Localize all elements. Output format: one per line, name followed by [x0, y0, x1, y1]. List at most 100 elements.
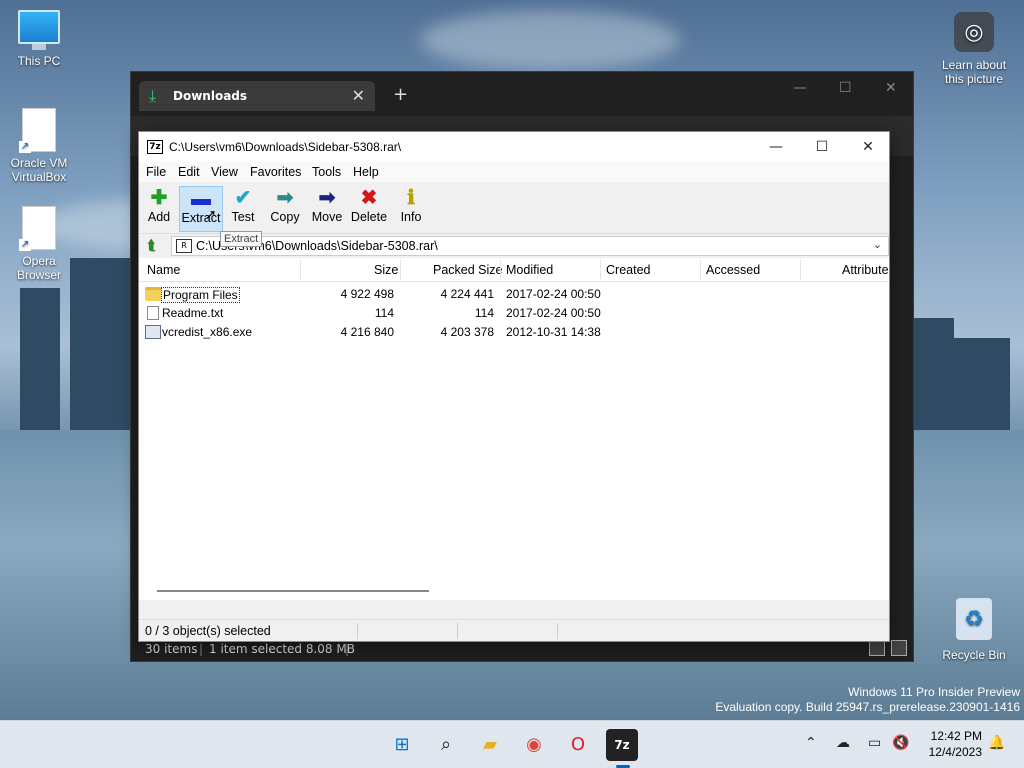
- file-explorer-icon[interactable]: ▰: [474, 729, 506, 761]
- status-divider: |: [199, 642, 204, 656]
- horizontal-scrollbar[interactable]: [157, 590, 429, 592]
- desktop-icon-learn-picture[interactable]: ◎ Learn about this picture: [938, 12, 1010, 86]
- delete-button[interactable]: ✖ Delete: [347, 186, 391, 224]
- file-modified: 2017-02-24 00:50: [506, 287, 601, 301]
- up-folder-icon[interactable]: ⮬: [143, 237, 161, 255]
- desktop-icon-label: Recycle Bin: [942, 648, 1006, 662]
- monitor-icon: [18, 10, 60, 50]
- desktop-icon-virtualbox[interactable]: ↗ Oracle VM VirtualBox: [3, 108, 75, 184]
- menu-file[interactable]: File: [146, 165, 166, 179]
- title-bar[interactable]: 7z C:\Users\vm6\Downloads\Sidebar-5308.r…: [139, 132, 889, 162]
- file-size: 4 922 498: [340, 287, 394, 301]
- new-tab-button[interactable]: +: [393, 84, 408, 105]
- browser-minimize-button[interactable]: —: [793, 80, 807, 96]
- menu-favorites[interactable]: Favorites: [250, 165, 301, 179]
- chrome-icon[interactable]: ◉: [518, 729, 550, 761]
- table-row[interactable]: Readme.txt 114 114 2017-02-24 00:50: [139, 304, 889, 323]
- building: [20, 288, 60, 438]
- status-selection: 1 item selected 8.08 MB: [209, 642, 355, 656]
- shortcut-file-icon: ↗: [19, 206, 56, 251]
- move-arrow-icon: ➡: [318, 187, 336, 209]
- plus-icon: ✚: [150, 187, 168, 209]
- column-modified[interactable]: Modified: [506, 263, 553, 277]
- delete-label: Delete: [350, 210, 388, 224]
- windows-watermark: Windows 11 Pro Insider Preview Evaluatio…: [715, 685, 1020, 715]
- copy-label: Copy: [270, 210, 300, 224]
- desktop-icon-opera[interactable]: ↗ Opera Browser: [3, 206, 75, 282]
- camera-icon: ◎: [954, 12, 994, 52]
- close-button[interactable]: ✕: [845, 132, 891, 162]
- start-button[interactable]: ⊞: [386, 729, 418, 761]
- column-size[interactable]: Size: [374, 263, 398, 277]
- volume-muted-icon[interactable]: 🔇: [892, 735, 909, 751]
- column-created[interactable]: Created: [606, 263, 650, 277]
- column-name[interactable]: Name: [147, 263, 180, 277]
- test-label: Test: [231, 210, 255, 224]
- text-file-icon: [147, 306, 159, 320]
- column-divider[interactable]: [500, 260, 501, 280]
- browser-close-button[interactable]: ✕: [885, 80, 897, 96]
- chevron-down-icon[interactable]: ⌄: [873, 238, 882, 251]
- column-attributes[interactable]: Attribute: [842, 263, 889, 277]
- file-list: Name Size Packed Size Modified Created A…: [139, 258, 889, 600]
- clock[interactable]: 12:42 PM 12/4/2023: [929, 728, 982, 760]
- file-modified: 2017-02-24 00:50: [506, 306, 601, 320]
- tab-title: Downloads: [173, 89, 248, 103]
- column-divider[interactable]: [300, 260, 301, 280]
- maximize-button[interactable]: ☐: [799, 132, 845, 162]
- browser-tab[interactable]: ⤓ Downloads ✕: [139, 81, 375, 111]
- notification-bell-icon[interactable]: 🔔: [988, 735, 1005, 751]
- file-size: 114: [374, 306, 394, 320]
- column-divider[interactable]: [600, 260, 601, 280]
- test-button[interactable]: ✔ Test: [221, 186, 265, 224]
- column-divider[interactable]: [700, 260, 701, 280]
- 7zip-taskbar-icon[interactable]: 7z: [606, 729, 638, 761]
- watermark-line: Windows 11 Pro Insider Preview: [848, 685, 1020, 699]
- desktop-icon-label: Opera Browser: [16, 254, 61, 282]
- cloud: [420, 10, 680, 70]
- info-button[interactable]: ℹ Info: [389, 186, 433, 224]
- file-size: 4 216 840: [340, 325, 394, 339]
- menu-edit[interactable]: Edit: [178, 165, 200, 179]
- opera-icon[interactable]: O: [562, 729, 594, 761]
- add-button[interactable]: ✚ Add: [137, 186, 181, 224]
- tiles-view-icon[interactable]: [891, 640, 907, 656]
- column-accessed[interactable]: Accessed: [706, 263, 760, 277]
- address-input[interactable]: R C:\Users\vm6\Downloads\Sidebar-5308.ra…: [171, 236, 889, 256]
- add-label: Add: [147, 210, 171, 224]
- time: 12:42 PM: [930, 729, 982, 743]
- menu-help[interactable]: Help: [353, 165, 379, 179]
- column-divider[interactable]: [400, 260, 401, 280]
- desktop-icon-label: Oracle VM VirtualBox: [10, 156, 68, 184]
- desktop-icon-this-pc[interactable]: This PC: [3, 10, 75, 68]
- building: [950, 338, 1010, 438]
- desktop-icon-label: This PC: [17, 54, 61, 68]
- check-icon: ✔: [234, 187, 252, 209]
- info-icon: ℹ: [407, 187, 415, 209]
- rar-file-icon: R: [176, 239, 192, 253]
- network-icon[interactable]: ▭: [868, 735, 881, 751]
- recycle-bin-icon: ♻: [956, 598, 992, 640]
- chevron-up-icon[interactable]: ⌃: [805, 735, 817, 751]
- menu-view[interactable]: View: [211, 165, 238, 179]
- building: [914, 318, 954, 438]
- status-divider: [457, 623, 458, 639]
- desktop-icon-recycle-bin[interactable]: ♻ Recycle Bin: [938, 598, 1010, 662]
- search-icon[interactable]: ⌕: [430, 729, 462, 761]
- close-tab-icon[interactable]: ✕: [352, 86, 365, 105]
- window-title: C:\Users\vm6\Downloads\Sidebar-5308.rar\: [169, 140, 402, 154]
- x-icon: ✖: [360, 187, 378, 209]
- details-view-icon[interactable]: [869, 640, 885, 656]
- status-bar: 0 / 3 object(s) selected: [139, 619, 889, 641]
- copy-button[interactable]: ➡ Copy: [263, 186, 307, 224]
- browser-maximize-button[interactable]: ☐: [839, 80, 852, 96]
- menu-tools[interactable]: Tools: [312, 165, 341, 179]
- column-divider[interactable]: [800, 260, 801, 280]
- table-row[interactable]: vcredist_x86.exe 4 216 840 4 203 378 201…: [139, 323, 889, 342]
- column-packed-size[interactable]: Packed Size: [433, 263, 502, 277]
- cloud-icon[interactable]: ☁: [836, 735, 850, 751]
- table-row[interactable]: Program Files 4 922 498 4 224 441 2017-0…: [139, 285, 889, 304]
- move-button[interactable]: ➡ Move: [305, 186, 349, 224]
- status-divider: [557, 623, 558, 639]
- minimize-button[interactable]: —: [753, 132, 799, 162]
